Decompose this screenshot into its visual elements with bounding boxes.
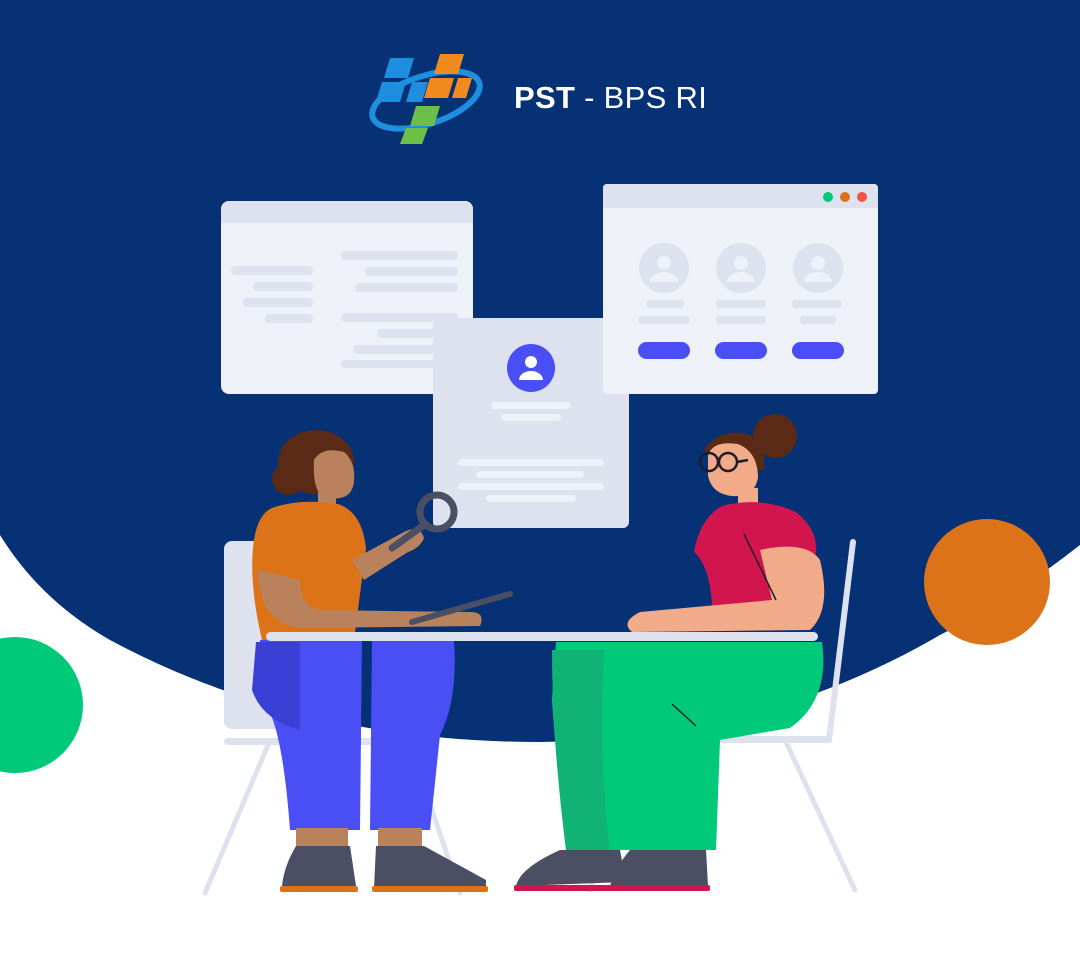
- profile-card: [433, 318, 629, 528]
- user-card-button: [715, 342, 767, 359]
- brand-name-rest: - BPS RI: [584, 80, 708, 115]
- users-window: [603, 184, 878, 394]
- user-icon: [811, 256, 825, 270]
- table-top: [266, 632, 818, 641]
- green-decor-circle: [0, 637, 83, 773]
- bps-logo: [369, 54, 483, 144]
- user-card-button: [792, 342, 844, 359]
- brand-header: PST - BPS RI: [366, 52, 707, 144]
- orange-decor-circle: [924, 519, 1050, 645]
- user-icon: [657, 256, 671, 270]
- user-icon: [734, 256, 748, 270]
- illustration-stage: PST - BPS RI: [0, 0, 1080, 965]
- user-card-button: [638, 342, 690, 359]
- green-dot: [823, 192, 833, 202]
- hero-illustration: [0, 0, 1080, 896]
- red-dot: [857, 192, 867, 202]
- brand-title: PST - BPS RI: [514, 80, 707, 116]
- brand-name-bold: PST: [514, 80, 576, 115]
- orange-dot: [840, 192, 850, 202]
